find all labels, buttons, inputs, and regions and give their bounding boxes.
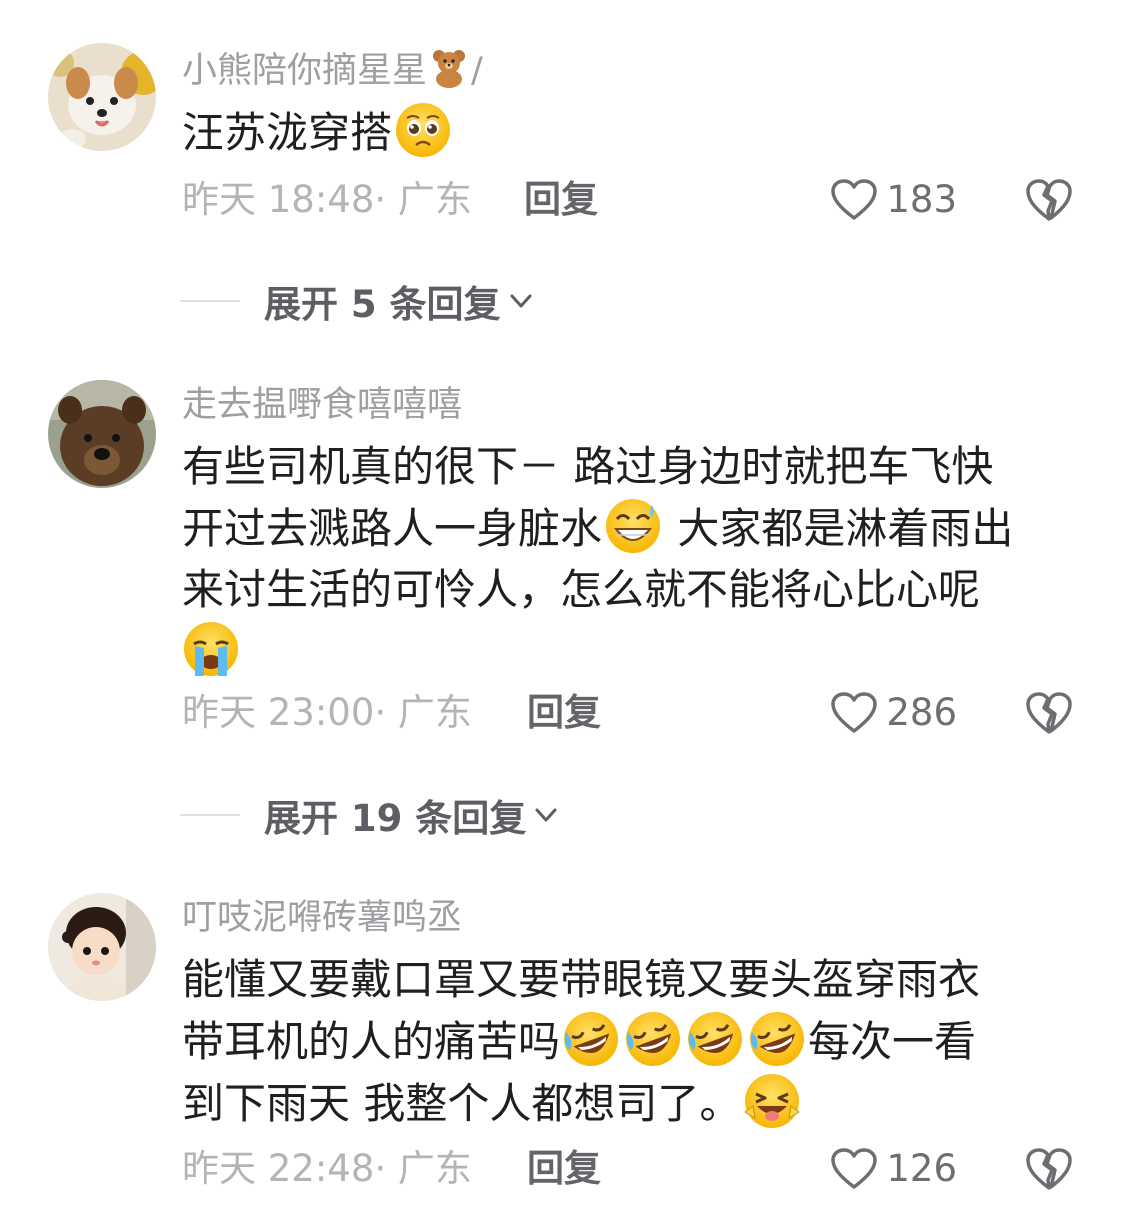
comment-text: 能懂又要戴口罩又要带眼镜又要头盔穿雨衣 带耳机的人的痛苦吗 每次一看 到下雨天 …: [182, 955, 981, 1130]
reply-button[interactable]: 回复: [527, 1147, 601, 1191]
username[interactable]: 叮吱泥嘚砖薯鸣丞: [182, 898, 462, 938]
like-count: 126: [886, 1147, 957, 1190]
dislike-button[interactable]: [1024, 177, 1074, 223]
dislike-button[interactable]: [1024, 690, 1074, 736]
rolling-laughing-icon: [624, 1010, 682, 1068]
rolling-laughing-icon: [562, 1010, 620, 1068]
heart-icon: [831, 179, 878, 220]
like-button[interactable]: 286: [830, 691, 957, 735]
chevron-down-icon: [510, 294, 532, 308]
like-button[interactable]: 183: [830, 178, 957, 222]
heart-icon: [831, 1148, 878, 1189]
reply-button[interactable]: 回复: [527, 691, 601, 735]
reply-button[interactable]: 回复: [524, 178, 598, 222]
like-button[interactable]: 126: [830, 1147, 957, 1191]
comment-meta: 昨天 18:48· 广东: [182, 178, 472, 221]
like-count: 183: [886, 178, 957, 221]
avatar[interactable]: [48, 893, 156, 1001]
teddy-bear-icon: [429, 48, 469, 88]
rolling-laughing-icon: [748, 1010, 806, 1068]
broken-heart-icon: [1026, 179, 1072, 221]
avatar[interactable]: [48, 43, 156, 151]
comment-meta: 昨天 23:00· 广东: [182, 691, 472, 734]
expand-replies-button[interactable]: 展开 5 条回复: [180, 279, 535, 326]
heart-icon: [831, 692, 878, 733]
avatar[interactable]: [48, 380, 156, 488]
divider: [180, 300, 240, 302]
broken-heart-icon: [1026, 1148, 1072, 1190]
rolling-laughing-icon: [686, 1010, 744, 1068]
broken-heart-icon: [1026, 692, 1072, 734]
winking-tongue-icon: [743, 1072, 801, 1130]
username[interactable]: 小熊陪你摘星星 /: [182, 48, 483, 91]
grinning-sweat-icon: [604, 497, 662, 555]
comment-meta: 昨天 22:48· 广东: [182, 1147, 472, 1190]
divider: [180, 814, 240, 816]
expand-replies-button[interactable]: 展开 19 条回复: [180, 793, 560, 840]
comment-text: 汪苏泷穿搭: [182, 101, 1082, 163]
chevron-down-icon: [535, 808, 557, 822]
dislike-button[interactable]: [1024, 1146, 1074, 1192]
like-count: 286: [886, 691, 957, 734]
crying-face-icon: [182, 620, 240, 678]
username[interactable]: 走去揾嘢食嘻嘻嘻: [182, 385, 462, 425]
comment-text: 有些司机真的很下－ 路过身边时就把车飞快 开过去溅路人一身脏水 大家都是淋着雨出…: [182, 436, 1082, 682]
pleading-face-icon: [394, 101, 452, 159]
